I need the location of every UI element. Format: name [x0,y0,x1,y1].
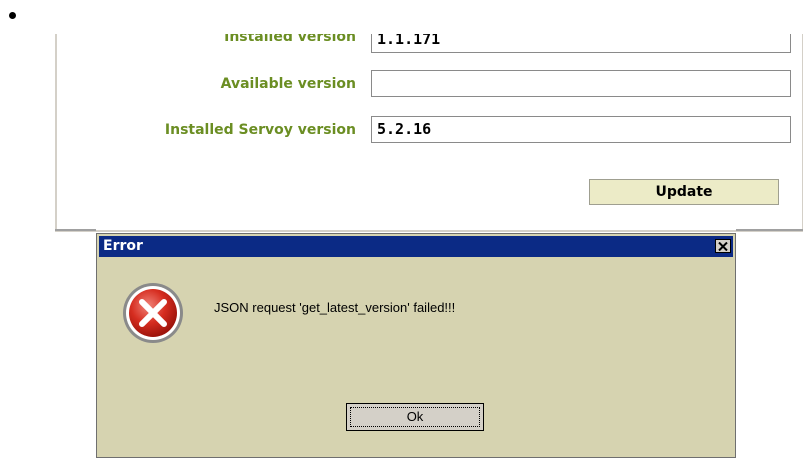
close-button[interactable] [715,239,731,253]
close-icon [718,241,728,251]
divider-right [736,229,803,231]
error-dialog: Error JSON request 'get_latest_version' … [96,233,736,458]
divider-left [55,229,96,231]
servoy-version-label: Installed Servoy version [164,122,356,138]
ok-button[interactable]: Ok [346,403,484,431]
error-message: JSON request 'get_latest_version' failed… [214,300,456,315]
dialog-title: Error [103,238,143,254]
bullet-dot [9,12,16,19]
ok-button-label: Ok [350,407,480,427]
installed-version-label: Installed version [224,34,356,45]
available-version-field[interactable] [371,70,791,97]
installed-version-field[interactable]: 1.1.171 [371,34,791,53]
update-button[interactable]: Update [589,179,779,205]
error-icon [123,283,183,343]
dialog-titlebar[interactable]: Error [99,236,733,257]
available-version-label: Available version [220,76,356,92]
version-panel: Installed version 1.1.171 Available vers… [55,34,803,232]
servoy-version-field[interactable]: 5.2.16 [371,116,791,143]
